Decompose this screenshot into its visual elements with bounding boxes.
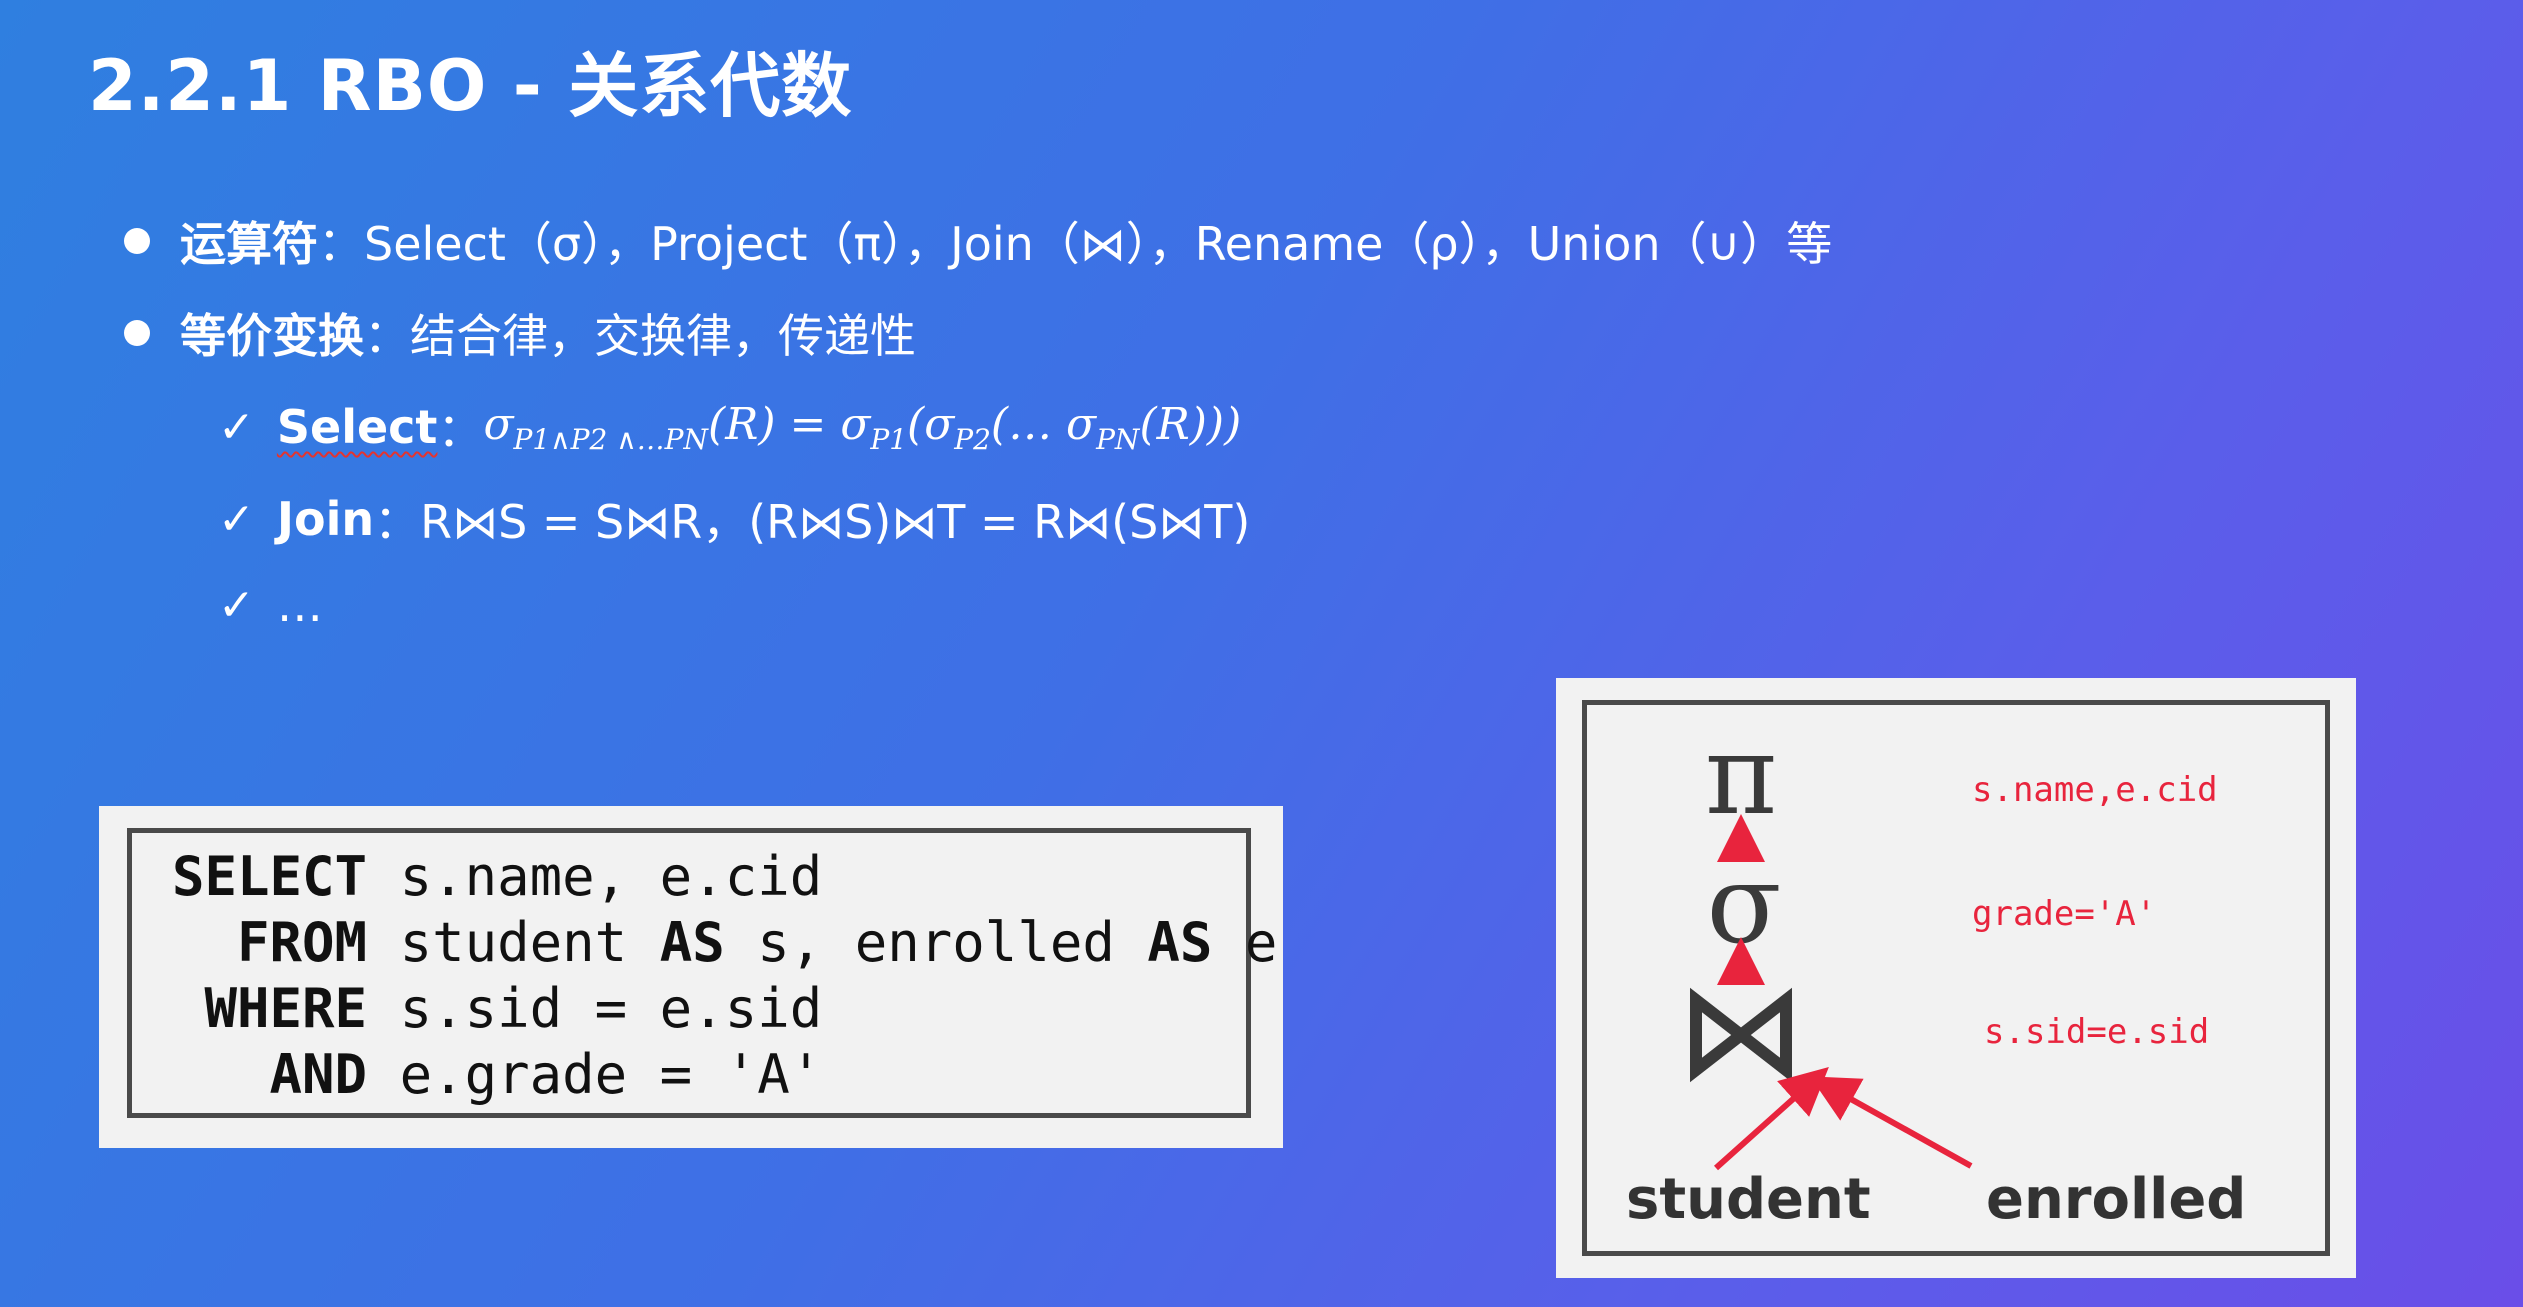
sql-frame: SELECT s.name, e.cid FROM student AS s, …	[127, 828, 1277, 1118]
checkmark-icon: ✓	[218, 493, 255, 545]
check-label: Join	[276, 492, 375, 546]
sql-line-where: WHERE s.sid = e.sid	[172, 977, 823, 1040]
bullet-text: ：结合律，交换律，传递性	[364, 309, 916, 363]
check-text: …	[276, 578, 323, 632]
join-label: s.sid=e.sid	[1984, 1012, 2209, 1052]
check-text: ：R⋈S = S⋈R，(R⋈S)⋈T = R⋈(S⋈T)	[374, 495, 1251, 549]
join-symbol	[1690, 987, 1792, 1083]
sql-line-from: FROM student AS s, enrolled AS e	[172, 911, 1278, 974]
sql-line-select: SELECT s.name, e.cid	[172, 845, 823, 908]
project-label: s.name,e.cid	[1972, 770, 2218, 810]
bullet-operators: 运算符 ：Select（σ），Project（π），Join（⋈），Rename…	[124, 208, 1832, 274]
bullet-equivalence: 等价变换 ：结合律，交换律，传递性	[124, 300, 916, 366]
check-select: ✓ Select ： σP1∧P2 ∧…PN(R) = σP1(σP2(… σP…	[218, 394, 1241, 460]
query-tree-card: π s.name,e.cid σ grade='A' ⋈ s.sid=e.sid…	[1556, 678, 2356, 1278]
check-label: Select	[276, 400, 438, 454]
slide-title: 2.2.1 RBO - 关系代数	[88, 45, 853, 127]
leaf-enrolled: enrolled	[1986, 1167, 2246, 1232]
check-sep: ：	[437, 403, 484, 457]
bullet-dot-icon	[124, 320, 150, 346]
check-join: ✓ Join ：R⋈S = S⋈R，(R⋈S)⋈T = R⋈(S⋈T)	[218, 486, 1250, 552]
select-label: grade='A'	[1972, 894, 2156, 934]
select-formula: σP1∧P2 ∧…PN(R) = σP1(σP2(… σPN(R)))	[483, 398, 1242, 456]
arrow-student-to-join	[1713, 1066, 1829, 1171]
leaf-student: student	[1626, 1167, 1871, 1232]
select-symbol: σ	[1706, 840, 1781, 968]
query-tree-diagram: π s.name,e.cid σ grade='A' ⋈ s.sid=e.sid…	[1626, 711, 2246, 1232]
check-ellipsis: ✓ …	[218, 578, 323, 632]
bullet-label: 等价变换	[180, 309, 364, 363]
bullet-dot-icon	[124, 228, 150, 254]
bullet-label: 运算符	[180, 217, 318, 271]
checkmark-icon: ✓	[218, 579, 255, 631]
bullet-text: ：Select（σ），Project（π），Join（⋈），Rename（ρ），…	[318, 217, 1833, 271]
project-symbol: π	[1705, 711, 1777, 839]
checkmark-icon: ✓	[218, 401, 255, 453]
arrow-enrolled-to-join	[1810, 1076, 1973, 1169]
sql-query-card: SELECT s.name, e.cid FROM student AS s, …	[99, 806, 1283, 1148]
sql-line-and: AND e.grade = 'A'	[172, 1043, 823, 1106]
